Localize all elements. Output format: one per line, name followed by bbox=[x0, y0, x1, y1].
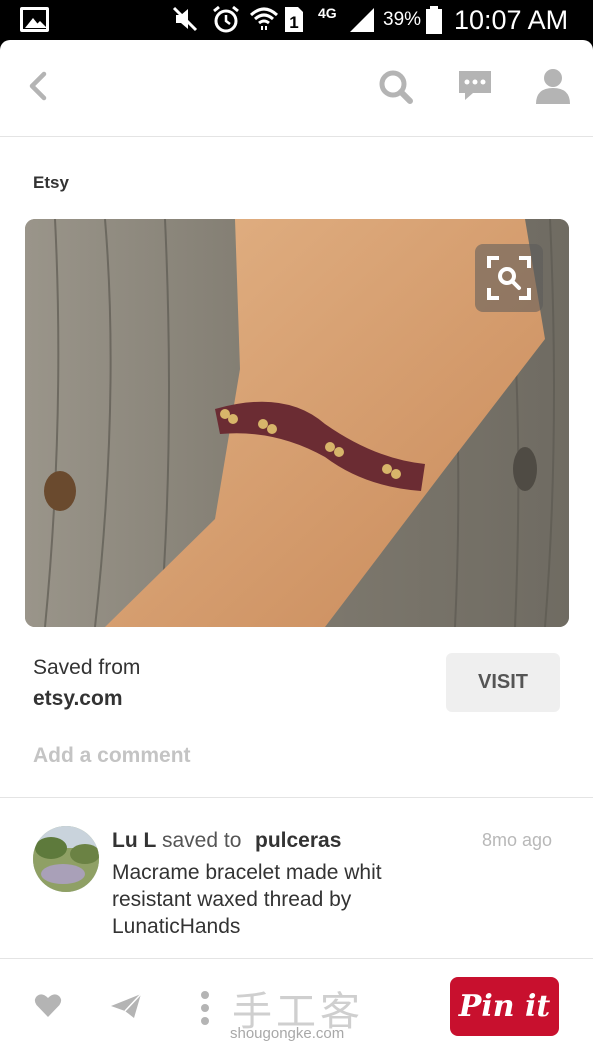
send-icon[interactable] bbox=[110, 992, 142, 1020]
heart-icon[interactable] bbox=[34, 992, 62, 1018]
avatar[interactable] bbox=[33, 826, 99, 892]
top-bar bbox=[0, 40, 593, 137]
pin-closeup-screen: Etsy Saved from etsy.com VISIT Add a com… bbox=[0, 40, 593, 1054]
profile-button[interactable] bbox=[533, 66, 573, 106]
wifi-icon bbox=[249, 7, 279, 30]
activity-time: 8mo ago bbox=[482, 830, 553, 850]
activity-board[interactable]: pulceras bbox=[255, 829, 341, 853]
visual-search-icon bbox=[487, 256, 531, 300]
activity-verb: saved to bbox=[162, 829, 242, 852]
back-button[interactable] bbox=[20, 66, 60, 106]
clock: 10:07 AM bbox=[454, 5, 569, 35]
back-icon bbox=[29, 71, 47, 101]
pin-source-name[interactable]: Etsy bbox=[33, 173, 69, 193]
add-comment-field[interactable]: Add a comment bbox=[33, 744, 191, 768]
search-button[interactable] bbox=[375, 66, 415, 106]
mute-icon bbox=[172, 6, 198, 32]
gallery-icon bbox=[20, 7, 49, 32]
battery-percent: 39% bbox=[383, 9, 422, 30]
sim-1-icon: 1 bbox=[285, 7, 303, 32]
pin-image[interactable] bbox=[25, 219, 569, 627]
visit-button[interactable]: VISIT bbox=[446, 653, 560, 712]
profile-icon bbox=[536, 69, 570, 104]
avatar-image bbox=[33, 826, 99, 892]
signal-icon bbox=[350, 8, 374, 32]
pin-it-button[interactable]: Pin it bbox=[450, 977, 559, 1036]
alarm-icon bbox=[213, 5, 239, 33]
pin-description: Macrame bracelet made whit resistant wax… bbox=[112, 861, 382, 938]
divider bbox=[0, 797, 593, 798]
more-icon[interactable] bbox=[198, 990, 212, 1026]
bottom-action-bar: 手工客 shougongke.com Pin it bbox=[0, 958, 593, 1054]
svg-text:1: 1 bbox=[289, 13, 298, 32]
visual-search-button[interactable] bbox=[475, 244, 543, 312]
saved-from-label: Saved from bbox=[33, 656, 141, 679]
status-bar: 1 4G 39% 10:07 AM bbox=[0, 0, 593, 40]
battery-icon bbox=[426, 6, 442, 34]
saved-from-domain[interactable]: etsy.com bbox=[33, 687, 123, 711]
activity-user[interactable]: Lu L bbox=[112, 829, 156, 853]
chat-icon bbox=[459, 71, 491, 100]
network-type: 4G bbox=[318, 5, 337, 21]
watermark-url: shougongke.com bbox=[230, 1025, 345, 1042]
messages-button[interactable] bbox=[455, 66, 495, 106]
search-icon bbox=[379, 70, 413, 104]
